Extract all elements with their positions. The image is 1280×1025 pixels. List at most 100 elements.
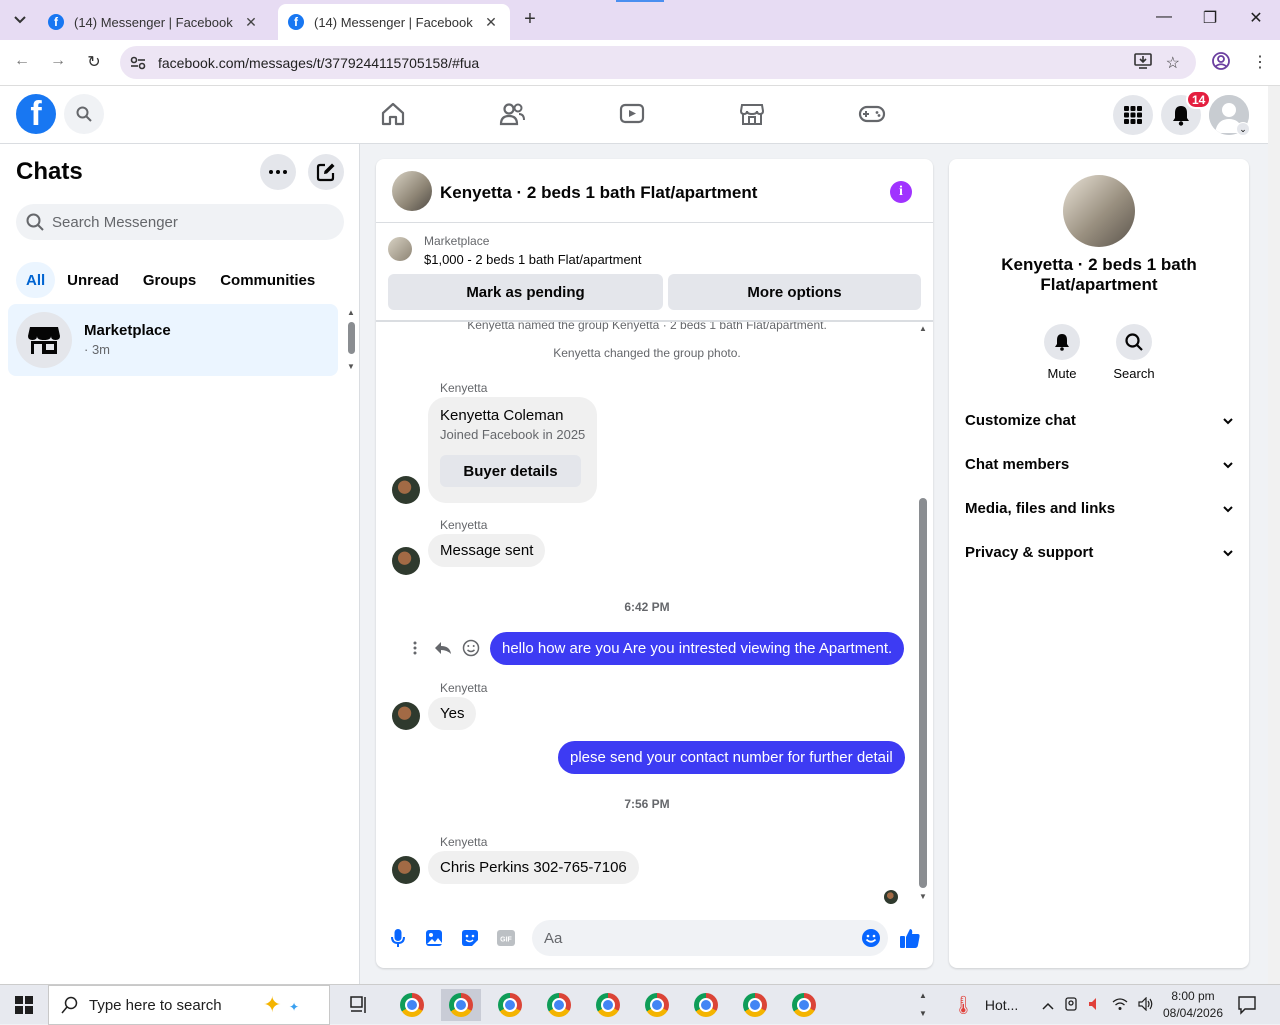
url-field[interactable]: facebook.com/messages/t/3779244115705158… [120, 46, 1196, 79]
meet-now-icon[interactable] [1064, 996, 1078, 1015]
bookmark-star-icon[interactable]: ☆ [1166, 53, 1180, 74]
speaker-muted-icon[interactable] [1088, 997, 1102, 1014]
incoming-message[interactable]: Chris Perkins 302-765-7106 [428, 851, 639, 884]
gaming-icon[interactable] [858, 100, 886, 128]
more-actions-icon[interactable] [405, 638, 425, 658]
close-tab-icon[interactable]: ✕ [482, 14, 500, 31]
filter-groups[interactable]: Groups [131, 262, 208, 298]
install-app-icon[interactable] [1133, 53, 1152, 74]
profile-icon[interactable] [1212, 52, 1230, 75]
new-message-button[interactable] [308, 154, 344, 190]
sender-avatar[interactable] [392, 856, 420, 884]
back-button[interactable]: ← [10, 52, 34, 74]
media-files-links-section[interactable]: Media, files and links [965, 496, 1233, 520]
facebook-logo[interactable]: f [16, 94, 56, 134]
browser-menu-icon[interactable]: ⋮ [1252, 52, 1268, 72]
start-button[interactable] [0, 985, 48, 1025]
minimize-button[interactable]: — [1152, 8, 1176, 26]
scroll-down-arrow-icon[interactable]: ▼ [347, 362, 355, 371]
close-tab-icon[interactable]: ✕ [242, 14, 260, 31]
sender-avatar[interactable] [392, 476, 420, 504]
sticker-icon[interactable] [459, 927, 481, 949]
mute-button[interactable] [1044, 324, 1080, 360]
taskbar-scroll-arrows-icon[interactable]: ▲ ▼ [916, 987, 930, 1023]
restore-button[interactable]: ❐ [1198, 8, 1222, 28]
privacy-support-section[interactable]: Privacy & support [965, 540, 1233, 564]
site-settings-icon[interactable] [128, 53, 148, 73]
video-icon[interactable] [618, 100, 646, 128]
sender-avatar[interactable] [392, 702, 420, 730]
sender-avatar[interactable] [392, 547, 420, 575]
listing-title[interactable]: $1,000 - 2 beds 1 bath Flat/apartment [424, 252, 642, 267]
filter-communities[interactable]: Communities [208, 262, 327, 298]
incoming-message[interactable]: Yes [428, 697, 477, 730]
chat-list-scrollbar[interactable]: ▲ ▼ [345, 308, 357, 372]
notification-center-icon[interactable] [1237, 995, 1257, 1020]
chrome-taskbar-icon[interactable] [686, 989, 726, 1021]
menu-button[interactable] [1113, 95, 1153, 135]
outgoing-message[interactable]: hello how are you Are you intrested view… [490, 632, 905, 665]
scroll-thumb[interactable] [348, 322, 355, 354]
volume-icon[interactable] [1138, 996, 1154, 1014]
message-input[interactable]: Aa [532, 920, 888, 956]
react-emoji-icon[interactable] [461, 638, 481, 658]
page-scrollbar[interactable] [1268, 86, 1280, 984]
new-tab-button[interactable]: + [518, 8, 542, 32]
chat-list-item[interactable]: Marketplace · 3m [8, 304, 338, 376]
taskbar-search-box[interactable]: Type here to search ✦ ✦ [48, 985, 330, 1025]
microphone-icon[interactable] [387, 927, 409, 949]
buyer-details-button[interactable]: Buyer details [440, 455, 581, 487]
chrome-taskbar-icon[interactable] [735, 989, 775, 1021]
group-photo[interactable] [392, 171, 432, 211]
close-window-button[interactable]: ✕ [1244, 8, 1268, 28]
chrome-taskbar-icon[interactable] [441, 989, 481, 1021]
customize-chat-section[interactable]: Customize chat [965, 408, 1233, 432]
like-thumbs-up-icon[interactable] [899, 927, 921, 949]
browser-tab-1[interactable]: f (14) Messenger | Facebook ✕ [38, 4, 270, 40]
chat-members-section[interactable]: Chat members [965, 452, 1233, 476]
reply-icon[interactable] [433, 638, 453, 658]
marketplace-icon[interactable] [738, 100, 766, 128]
group-photo-large[interactable] [1063, 175, 1135, 247]
messenger-search-input[interactable]: Search Messenger [16, 204, 344, 240]
mark-as-pending-button[interactable]: Mark as pending [388, 274, 663, 310]
chrome-taskbar-icon[interactable] [637, 989, 677, 1021]
reload-button[interactable]: ↻ [82, 52, 106, 74]
network-icon[interactable] [1112, 997, 1128, 1014]
filter-all[interactable]: All [16, 262, 56, 298]
scroll-up-arrow-icon[interactable]: ▲ [919, 324, 927, 333]
search-action[interactable]: Search [1104, 324, 1164, 381]
taskbar-clock[interactable]: 8:00 pm 08/04/2026 [1160, 988, 1226, 1022]
scroll-up-arrow-icon[interactable]: ▲ [347, 308, 355, 317]
chrome-taskbar-icon[interactable] [588, 989, 628, 1021]
scroll-thumb[interactable] [919, 498, 927, 888]
emoji-icon[interactable] [860, 927, 882, 949]
friends-icon[interactable] [498, 100, 526, 128]
task-view-icon[interactable] [340, 989, 380, 1021]
weather-widget[interactable]: 🌡 Hot... [952, 985, 1018, 1025]
outgoing-message[interactable]: plese send your contact number for furth… [558, 741, 905, 774]
incoming-message[interactable]: Message sent [428, 534, 546, 567]
forward-button[interactable]: → [46, 52, 70, 74]
chrome-taskbar-icon[interactable] [539, 989, 579, 1021]
conversation-info-icon[interactable]: i [890, 181, 912, 203]
mute-action[interactable]: Mute [1032, 324, 1092, 381]
chrome-taskbar-icon[interactable] [392, 989, 432, 1021]
message-scrollbar[interactable]: ▲ ▼ [916, 322, 933, 904]
filter-unread[interactable]: Unread [55, 262, 131, 298]
browser-tab-2[interactable]: f (14) Messenger | Facebook ✕ [278, 4, 510, 40]
scroll-down-arrow-icon[interactable]: ▼ [919, 892, 927, 901]
home-icon[interactable] [379, 100, 407, 128]
account-chevron-icon[interactable]: ⌄ [1236, 122, 1250, 136]
more-options-button[interactable]: More options [668, 274, 921, 310]
facebook-search-button[interactable] [64, 94, 104, 134]
show-hidden-icons-icon[interactable] [1042, 998, 1054, 1013]
chrome-taskbar-icon[interactable] [490, 989, 530, 1021]
chrome-taskbar-icon[interactable] [784, 989, 824, 1021]
search-in-conversation-button[interactable] [1116, 324, 1152, 360]
chats-options-button[interactable] [260, 154, 296, 190]
conversation-title[interactable]: Kenyetta · 2 beds 1 bath Flat/apartment [440, 183, 757, 203]
gif-icon[interactable]: GIF [495, 927, 517, 949]
tab-search-dropdown[interactable] [8, 8, 32, 32]
attach-photo-icon[interactable] [423, 927, 445, 949]
